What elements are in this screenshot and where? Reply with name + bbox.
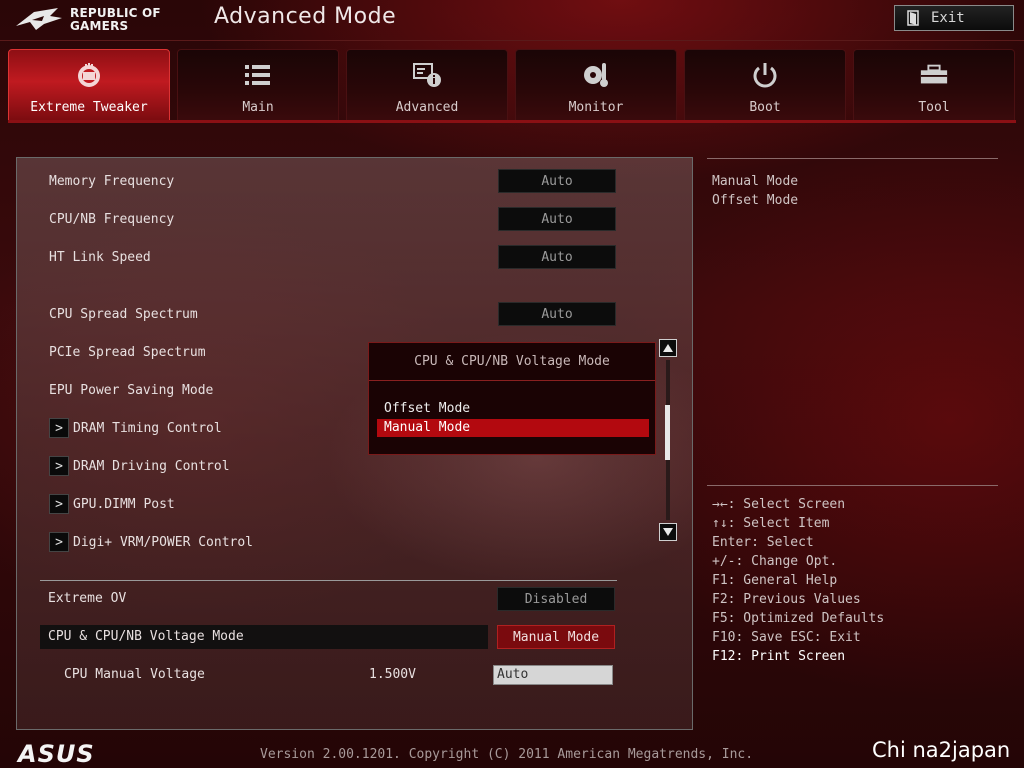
- setting-label-cpu-manual-voltage: CPU Manual Voltage: [64, 667, 205, 682]
- exit-door-icon: [907, 10, 919, 26]
- scroll-down-button[interactable]: [659, 523, 677, 541]
- key-hint: F5: Optimized Defaults: [712, 611, 885, 626]
- submenu-label: GPU.DIMM Post: [73, 496, 175, 512]
- key-legend: →←: Select Screen ↑↓: Select Item Enter:…: [712, 495, 884, 666]
- tab-advanced[interactable]: Advanced: [346, 49, 508, 121]
- ht-link-speed-select[interactable]: Auto: [498, 245, 616, 269]
- thermometer-fan-icon: [581, 60, 611, 90]
- submenu-label: DRAM Timing Control: [73, 420, 222, 436]
- cpu-manual-voltage-input[interactable]: Auto: [493, 665, 613, 685]
- help-divider-mid: [707, 485, 998, 486]
- tab-boot[interactable]: Boot: [684, 49, 846, 121]
- key-hint: Enter: Select: [712, 535, 814, 550]
- chevron-right-icon: >: [49, 418, 69, 438]
- tab-underline: [8, 120, 1016, 123]
- section-divider: [40, 580, 617, 581]
- submenu-label: Digi+ VRM/POWER Control: [73, 534, 254, 550]
- toolbox-icon: [919, 60, 949, 90]
- popup-option-offset-mode[interactable]: Offset Mode: [377, 400, 649, 418]
- tab-label: Advanced: [395, 100, 459, 115]
- help-line: Offset Mode: [712, 193, 799, 208]
- tab-label: Boot: [749, 100, 781, 115]
- tab-label: Main: [242, 100, 274, 115]
- scroll-up-button[interactable]: [659, 339, 677, 357]
- submenu-digi-vrm[interactable]: > Digi+ VRM/POWER Control: [49, 532, 253, 552]
- setting-label-ht-link-speed: HT Link Speed: [49, 250, 151, 265]
- submenu-dram-timing[interactable]: > DRAM Timing Control: [49, 418, 222, 438]
- key-hint: +/-: Change Opt.: [712, 554, 838, 569]
- tab-label: Tool: [918, 100, 950, 115]
- key-hint: →←: Select Screen: [712, 497, 846, 512]
- brand-line-2: GAMERS: [70, 19, 129, 33]
- chevron-right-icon: >: [49, 456, 69, 476]
- tab-main[interactable]: Main: [177, 49, 339, 121]
- setting-label-voltage-mode: CPU & CPU/NB Voltage Mode: [48, 629, 244, 644]
- help-line: Manual Mode: [712, 174, 799, 189]
- help-divider-top: [707, 158, 998, 159]
- arrow-up-icon: [663, 344, 673, 352]
- key-hint: ↑↓: Select Item: [712, 516, 830, 531]
- exit-label: Exit: [931, 10, 965, 26]
- cpu-nb-frequency-select[interactable]: Auto: [498, 207, 616, 231]
- key-hint-print-screen: F12: Print Screen: [712, 649, 846, 664]
- power-icon: [750, 60, 780, 90]
- setting-label-extreme-ov: Extreme OV: [48, 591, 127, 606]
- scroll-thumb[interactable]: [665, 405, 670, 460]
- key-hint: F1: General Help: [712, 573, 838, 588]
- rog-logo: REPUBLIC OF GAMERS: [14, 4, 182, 36]
- asus-logo: ASUS: [18, 740, 95, 768]
- cpu-voltage-reading: 1.500V: [369, 667, 416, 682]
- tab-monitor[interactable]: Monitor: [515, 49, 677, 121]
- header-divider: [0, 40, 1024, 41]
- list-icon: [243, 60, 273, 90]
- tab-label: Monitor: [568, 100, 624, 115]
- help-description: Manual Mode Offset Mode: [712, 172, 798, 210]
- cpu-spread-spectrum-select[interactable]: Auto: [498, 302, 616, 326]
- page-title: Advanced Mode: [214, 4, 397, 29]
- rog-eye-icon: [16, 8, 62, 30]
- setting-label-cpu-spread-spectrum: CPU Spread Spectrum: [49, 307, 198, 322]
- popup-title: CPU & CPU/NB Voltage Mode: [369, 343, 655, 381]
- tab-extreme-tweaker[interactable]: Extreme Tweaker: [8, 49, 170, 121]
- memory-frequency-select[interactable]: Auto: [498, 169, 616, 193]
- key-hint: F2: Previous Values: [712, 592, 861, 607]
- rog-brand-text: REPUBLIC OF GAMERS: [70, 7, 161, 33]
- setting-label-epu-power-saving[interactable]: EPU Power Saving Mode: [49, 383, 213, 398]
- submenu-dram-driving[interactable]: > DRAM Driving Control: [49, 456, 230, 476]
- watermark: Chi na2japan: [872, 738, 1011, 762]
- chevron-right-icon: >: [49, 532, 69, 552]
- tab-bar: Extreme Tweaker Main Advanced Monitor Bo…: [8, 49, 1016, 121]
- submenu-label: DRAM Driving Control: [73, 458, 230, 474]
- advanced-info-icon: [412, 60, 442, 90]
- tab-label: Extreme Tweaker: [30, 100, 148, 115]
- setting-label-memory-frequency: Memory Frequency: [49, 174, 175, 189]
- voltage-mode-popup: CPU & CPU/NB Voltage Mode Offset Mode Ma…: [368, 342, 656, 455]
- chevron-right-icon: >: [49, 494, 69, 514]
- tab-tool[interactable]: Tool: [853, 49, 1015, 121]
- arrow-down-icon: [663, 528, 673, 536]
- tweaker-icon: [74, 60, 104, 90]
- extreme-ov-select[interactable]: Disabled: [497, 587, 615, 611]
- setting-label-cpu-nb-frequency: CPU/NB Frequency: [49, 212, 175, 227]
- key-hint: F10: Save ESC: Exit: [712, 630, 861, 645]
- voltage-mode-select[interactable]: Manual Mode: [497, 625, 615, 649]
- submenu-gpu-dimm-post[interactable]: > GPU.DIMM Post: [49, 494, 175, 514]
- popup-option-manual-mode[interactable]: Manual Mode: [377, 419, 649, 437]
- exit-button[interactable]: Exit: [894, 5, 1014, 31]
- version-copyright: Version 2.00.1201. Copyright (C) 2011 Am…: [260, 747, 754, 762]
- setting-label-pcie-spread-spectrum[interactable]: PCIe Spread Spectrum: [49, 345, 206, 360]
